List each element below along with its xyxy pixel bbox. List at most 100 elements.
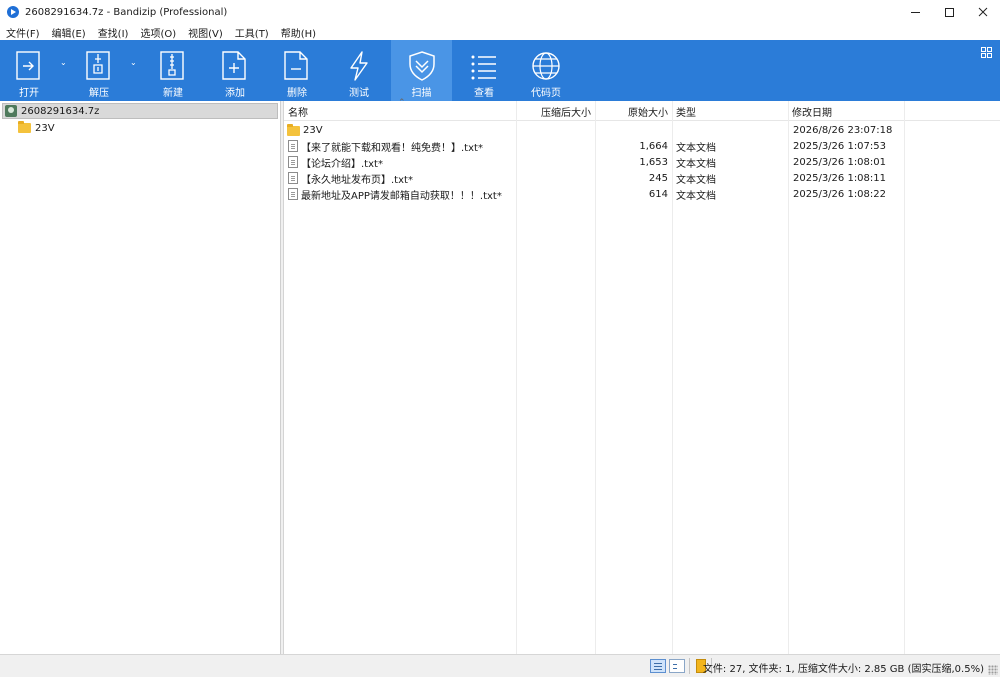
menu-view[interactable]: 视图(V) xyxy=(182,25,229,40)
file-row[interactable]: 最新地址及APP请发邮箱自动获取！！！.txt* 614 文本文档 2025/3… xyxy=(284,186,1000,202)
file-type: 文本文档 xyxy=(676,190,716,202)
file-row-folder[interactable]: 23V 2026/8/26 23:07:18 xyxy=(284,122,1000,138)
file-size: 245 xyxy=(648,172,668,184)
close-icon xyxy=(978,7,988,17)
toolbar-add-button[interactable]: 添加 xyxy=(206,40,264,101)
toolbar-open-button[interactable]: 打开 xyxy=(0,40,58,101)
archive-7z-icon xyxy=(5,105,17,117)
file-modified: 2025/3/26 1:08:01 xyxy=(793,156,887,168)
column-name-label: 名称 xyxy=(288,107,308,119)
text-file-icon xyxy=(288,140,298,152)
open-dropdown-arrow-icon[interactable]: ⌄ xyxy=(60,58,67,67)
file-size: 614 xyxy=(648,188,668,200)
test-bolt-icon xyxy=(344,50,374,82)
toolbar-codepage-button[interactable]: 代码页 xyxy=(517,40,575,101)
new-archive-icon xyxy=(158,50,188,82)
toolbar-extract-label: 解压 xyxy=(89,88,109,99)
close-button[interactable] xyxy=(966,0,1000,24)
toolbar-delete-button[interactable]: 删除 xyxy=(268,40,326,101)
menu-help[interactable]: 帮助(H) xyxy=(275,25,322,40)
toolbar-codepage-label: 代码页 xyxy=(531,88,561,99)
status-separator xyxy=(689,658,690,674)
bandizip-icon xyxy=(7,6,19,18)
file-row[interactable]: 【来了就能下载和观看！纯免费！】.txt* 1,664 文本文档 2025/3/… xyxy=(284,138,1000,154)
toolbar-scan-label: 扫描 xyxy=(411,88,432,99)
file-name: 【来了就能下载和观看！纯免费！】.txt* xyxy=(301,142,483,154)
file-name: 23V xyxy=(303,124,323,136)
file-name: 【永久地址发布页】.txt* xyxy=(301,174,413,186)
column-header-size[interactable]: 原始大小 xyxy=(595,101,672,121)
scan-shield-icon xyxy=(407,50,437,82)
file-size: 1,664 xyxy=(639,140,668,152)
folder-tree-pane: 2608291634.7z 23V xyxy=(0,101,281,654)
file-list-pane: 名称 ⌃ 压缩后大小 原始大小 类型 修改日期 23V 2026/8/26 23… xyxy=(284,98,1000,654)
menu-file[interactable]: 文件(F) xyxy=(0,25,46,40)
toolbar-view-label: 查看 xyxy=(474,88,494,99)
status-bar: 文件: 27, 文件夹: 1, 压缩文件大小: 2.85 GB (固实压缩,0.… xyxy=(0,654,1000,677)
file-modified: 2025/3/26 1:07:53 xyxy=(793,140,887,152)
list-view-icon[interactable] xyxy=(669,659,685,673)
toolbar-open-label: 打开 xyxy=(19,88,39,99)
file-size: 1,653 xyxy=(639,156,668,168)
column-header-type[interactable]: 类型 xyxy=(672,101,788,121)
minimize-button[interactable] xyxy=(898,0,932,24)
extract-dropdown-arrow-icon[interactable]: ⌄ xyxy=(130,58,137,67)
menu-tools[interactable]: 工具(T) xyxy=(229,25,275,40)
details-view-icon[interactable] xyxy=(650,659,666,673)
open-archive-icon xyxy=(14,50,44,82)
menu-find[interactable]: 查找(I) xyxy=(92,25,135,40)
view-list-icon xyxy=(469,50,499,82)
layout-toggle-icon[interactable] xyxy=(981,47,992,58)
window-title: 2608291634.7z - Bandizip (Professional) xyxy=(25,6,228,18)
menu-edit[interactable]: 编辑(E) xyxy=(46,25,92,40)
tree-root-label: 2608291634.7z xyxy=(21,105,100,117)
resize-grip-icon[interactable] xyxy=(988,665,998,675)
menu-options[interactable]: 选项(O) xyxy=(134,25,182,40)
file-type: 文本文档 xyxy=(676,174,716,186)
toolbar-new-button[interactable]: 新建 xyxy=(144,40,202,101)
file-modified: 2025/3/26 1:08:22 xyxy=(793,188,887,200)
toolbar-delete-label: 删除 xyxy=(287,88,307,99)
file-type: 文本文档 xyxy=(676,142,716,154)
file-row[interactable]: 【论坛介绍】.txt* 1,653 文本文档 2025/3/26 1:08:01 xyxy=(284,154,1000,170)
extract-icon xyxy=(84,50,114,82)
codepage-globe-icon xyxy=(531,50,561,82)
window-controls xyxy=(898,0,1000,24)
file-size xyxy=(595,122,668,138)
file-row[interactable]: 【永久地址发布页】.txt* 245 文本文档 2025/3/26 1:08:1… xyxy=(284,170,1000,186)
add-file-icon xyxy=(220,50,250,82)
toolbar-new-label: 新建 xyxy=(163,88,183,99)
toolbar-test-label: 测试 xyxy=(349,88,369,99)
column-header-name[interactable]: 名称 ⌃ xyxy=(284,98,516,121)
toolbar-add-label: 添加 xyxy=(225,88,245,99)
minimize-icon xyxy=(910,11,920,13)
column-header-modified[interactable]: 修改日期 xyxy=(788,101,904,121)
column-header-packed[interactable]: 压缩后大小 xyxy=(516,101,595,121)
toolbar-scan-button[interactable]: 扫描 xyxy=(391,40,452,101)
toolbar-extract-button[interactable]: 解压 xyxy=(70,40,128,101)
folder-icon xyxy=(287,124,300,136)
tree-root-archive[interactable]: 2608291634.7z xyxy=(2,103,278,119)
menu-bar: 文件(F) 编辑(E) 查找(I) 选项(O) 视图(V) 工具(T) 帮助(H… xyxy=(0,24,1000,40)
text-file-icon xyxy=(288,156,298,168)
file-type xyxy=(676,122,786,138)
file-type: 文本文档 xyxy=(676,158,716,170)
folder-icon xyxy=(18,121,31,133)
tree-item-23v[interactable]: 23V xyxy=(18,121,55,135)
text-file-icon xyxy=(288,172,298,184)
status-summary: 文件: 27, 文件夹: 1, 压缩文件大小: 2.85 GB (固实压缩,0.… xyxy=(702,664,984,675)
delete-file-icon xyxy=(282,50,312,82)
maximize-button[interactable] xyxy=(932,0,966,24)
file-list-header: 名称 ⌃ 压缩后大小 原始大小 类型 修改日期 xyxy=(284,98,1000,121)
sort-ascending-icon: ⌃ xyxy=(398,98,406,108)
tree-item-label: 23V xyxy=(35,122,55,134)
toolbar: 打开 ⌄ 解压 ⌄ 新建 添加 删除 测试 扫描 查看 代码页 xyxy=(0,40,1000,101)
file-modified: 2026/8/26 23:07:18 xyxy=(793,124,893,136)
text-file-icon xyxy=(288,188,298,200)
maximize-icon xyxy=(944,7,954,17)
file-name: 【论坛介绍】.txt* xyxy=(301,158,383,170)
title-bar: 2608291634.7z - Bandizip (Professional) xyxy=(0,0,1000,24)
toolbar-view-button[interactable]: 查看 xyxy=(455,40,513,101)
file-name: 最新地址及APP请发邮箱自动获取！！！.txt* xyxy=(301,190,502,202)
toolbar-test-button[interactable]: 测试 xyxy=(330,40,388,101)
